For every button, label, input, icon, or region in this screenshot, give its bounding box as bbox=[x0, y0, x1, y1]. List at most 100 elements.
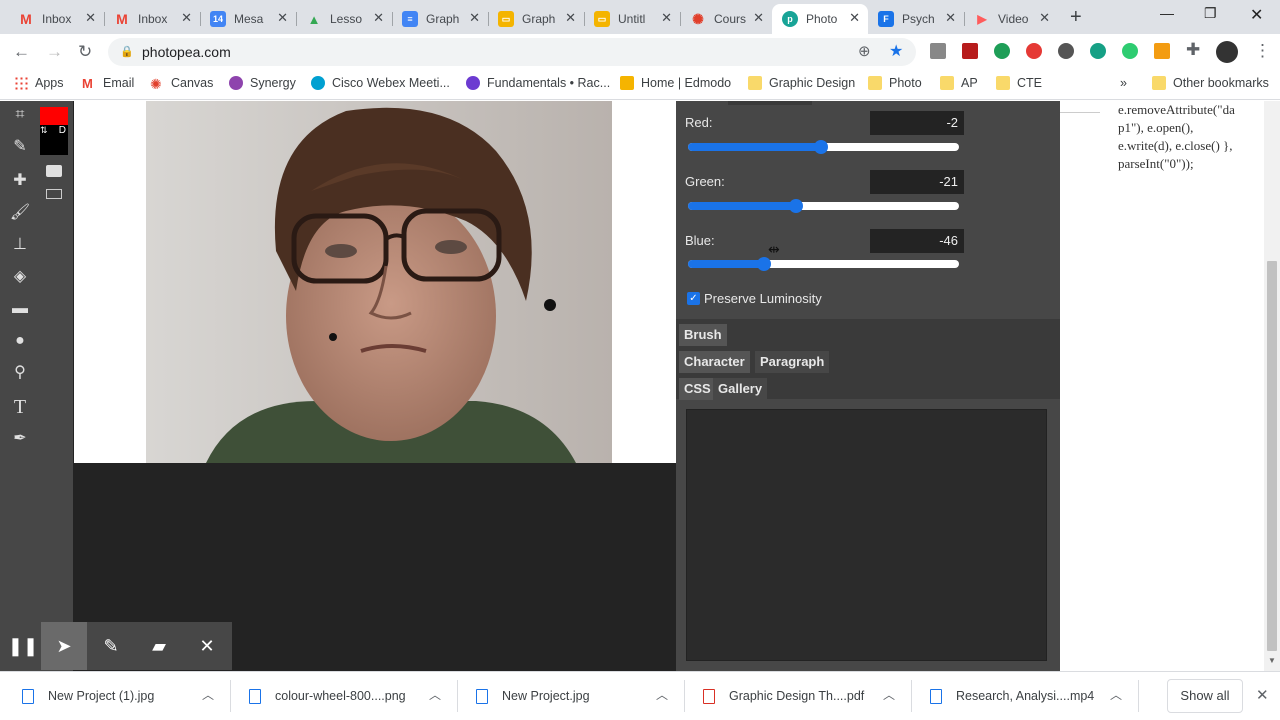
bookmark-webex[interactable]: Cisco Webex Meeti... bbox=[311, 76, 450, 90]
bookmark-fundamentals[interactable]: Fundamentals • Rac... bbox=[466, 76, 610, 90]
red-value-input[interactable]: -2 bbox=[870, 111, 964, 135]
close-icon[interactable]: ✕ bbox=[849, 10, 860, 26]
tab-9[interactable]: F Psych ✕ bbox=[868, 4, 965, 34]
scrollbar-thumb[interactable] bbox=[1267, 261, 1277, 651]
blue-slider-knob[interactable] bbox=[756, 257, 771, 271]
tab-character[interactable]: Character bbox=[679, 351, 750, 373]
blue-slider[interactable] bbox=[688, 257, 959, 271]
default-colors-button[interactable]: D bbox=[59, 125, 66, 136]
bookmark-folder-ap[interactable]: AP bbox=[940, 76, 978, 90]
brush-tool-icon[interactable]: 🖌 bbox=[8, 201, 32, 225]
minimize-icon[interactable]: — bbox=[1160, 5, 1174, 21]
scroll-down-icon[interactable]: ▼ bbox=[1268, 656, 1276, 665]
close-icon[interactable]: ✕ bbox=[181, 10, 192, 26]
eyedropper-tool-icon[interactable]: ✎ bbox=[8, 135, 32, 159]
star-icon[interactable]: ★ bbox=[889, 41, 903, 61]
restore-icon[interactable]: ❐ bbox=[1204, 5, 1217, 22]
tab-5[interactable]: ▭ Graph ✕ bbox=[488, 4, 585, 34]
bookmark-folder-photo[interactable]: Photo bbox=[868, 76, 922, 90]
tab-gallery[interactable]: Gallery bbox=[713, 378, 768, 400]
back-icon[interactable]: ← bbox=[13, 42, 30, 62]
tab-6[interactable]: ▭ Untitl ✕ bbox=[584, 4, 681, 34]
red-slider[interactable] bbox=[688, 140, 959, 154]
quick-mask-icon[interactable] bbox=[46, 165, 62, 177]
puzzle-icon[interactable]: ✚ bbox=[1186, 40, 1200, 60]
tab-css[interactable]: CSS bbox=[679, 378, 716, 400]
bookmark-folder-other[interactable]: Other bookmarks bbox=[1152, 76, 1269, 90]
page-scrollbar[interactable]: ▼ bbox=[1264, 101, 1280, 671]
gallery-panel[interactable] bbox=[686, 409, 1047, 661]
bookmark-folder-graphic-design[interactable]: Graphic Design bbox=[748, 76, 855, 90]
close-icon[interactable]: ✕ bbox=[85, 10, 96, 26]
background-color-swatch[interactable]: ⇅ D bbox=[40, 125, 68, 155]
chevron-up-icon[interactable]: ︿ bbox=[202, 686, 214, 703]
reload-icon[interactable]: ↻ bbox=[78, 42, 92, 62]
close-icon[interactable]: ✕ bbox=[945, 10, 956, 26]
bookmark-canvas[interactable]: ✺ Canvas bbox=[150, 76, 213, 92]
tab-brush[interactable]: Brush bbox=[679, 324, 727, 346]
ext-icon[interactable] bbox=[1058, 43, 1074, 59]
ext-icon[interactable] bbox=[1026, 43, 1042, 59]
download-item[interactable]: Research, Analysi....mp4 ︿ bbox=[930, 672, 1130, 720]
green-value-input[interactable]: -21 bbox=[870, 170, 964, 194]
close-downloads-icon[interactable]: ✕ bbox=[1256, 686, 1269, 704]
bookmark-synergy[interactable]: Synergy bbox=[229, 76, 296, 90]
swap-colors-icon[interactable]: ⇅ bbox=[40, 125, 48, 136]
tab-8-active[interactable]: p Photo ✕ bbox=[772, 4, 868, 34]
preserve-luminosity-checkbox[interactable]: ✓ bbox=[687, 292, 700, 305]
download-item[interactable]: New Project.jpg ︿ bbox=[476, 672, 676, 720]
bookmark-folder-cte[interactable]: CTE bbox=[996, 76, 1042, 90]
window-close-icon[interactable]: ✕ bbox=[1250, 5, 1263, 25]
pause-icon[interactable]: ❚❚ bbox=[0, 622, 46, 670]
tab-0[interactable]: M Inbox ✕ bbox=[8, 4, 105, 34]
chevron-up-icon[interactable]: ︿ bbox=[883, 686, 895, 703]
tab-2[interactable]: 14 Mesa ✕ bbox=[200, 4, 297, 34]
add-icon[interactable]: ⊕ bbox=[858, 42, 871, 60]
dodge-tool-icon[interactable]: ⚲ bbox=[8, 361, 32, 385]
stamp-tool-icon[interactable]: ⊥ bbox=[8, 233, 32, 257]
close-icon[interactable]: ✕ bbox=[753, 10, 764, 26]
new-tab-button[interactable]: + bbox=[1070, 6, 1082, 29]
chevron-up-icon[interactable]: ︿ bbox=[656, 686, 668, 703]
type-tool-icon[interactable]: T bbox=[8, 395, 32, 419]
pen-tool-icon[interactable]: ✒ bbox=[8, 427, 32, 451]
close-icon[interactable]: ✕ bbox=[661, 10, 672, 26]
green-slider-knob[interactable] bbox=[789, 199, 804, 213]
ext-icon[interactable] bbox=[1090, 43, 1106, 59]
blue-value-input[interactable]: -46 bbox=[870, 229, 964, 253]
document-canvas[interactable] bbox=[74, 101, 676, 463]
eraser-tool-icon[interactable]: ◈ bbox=[8, 265, 32, 289]
close-icon[interactable]: ✕ bbox=[373, 10, 384, 26]
acrobat-icon[interactable] bbox=[962, 43, 978, 59]
canvas-area[interactable] bbox=[73, 101, 676, 671]
bookmark-apps[interactable]: Apps bbox=[14, 76, 64, 90]
tab-10[interactable]: ▶ Video ✕ bbox=[964, 4, 1058, 34]
ext-icon[interactable] bbox=[1154, 43, 1170, 59]
address-bar[interactable]: 🔒 photopea.com ⊕ ★ bbox=[108, 38, 916, 66]
tab-7[interactable]: ✺ Cours ✕ bbox=[680, 4, 772, 34]
tab-4[interactable]: ≡ Graph ✕ bbox=[392, 4, 489, 34]
tab-paragraph[interactable]: Paragraph bbox=[755, 351, 830, 373]
download-item[interactable]: New Project (1).jpg ︿ bbox=[22, 672, 222, 720]
show-all-button[interactable]: Show all bbox=[1167, 679, 1243, 713]
screen-mode-icon[interactable] bbox=[46, 189, 62, 199]
close-icon[interactable]: ✕ bbox=[184, 622, 230, 670]
gradient-tool-icon[interactable]: ▬ bbox=[8, 297, 32, 321]
close-icon[interactable]: ✕ bbox=[1039, 10, 1050, 26]
close-icon[interactable]: ✕ bbox=[565, 10, 576, 26]
crop-tool-icon[interactable]: ⌗ bbox=[8, 103, 32, 127]
close-icon[interactable]: ✕ bbox=[469, 10, 480, 26]
chevron-up-icon[interactable]: ︿ bbox=[1110, 686, 1122, 703]
pen-icon[interactable]: ✎ bbox=[88, 622, 134, 670]
bookmark-email[interactable]: M Email bbox=[82, 76, 134, 91]
healing-tool-icon[interactable]: ✚ bbox=[8, 169, 32, 193]
drive-ext-icon[interactable] bbox=[930, 43, 946, 59]
avatar[interactable] bbox=[1216, 41, 1238, 63]
foreground-color-swatch[interactable] bbox=[40, 107, 68, 125]
download-item[interactable]: colour-wheel-800....png ︿ bbox=[249, 672, 449, 720]
blur-tool-icon[interactable]: ● bbox=[8, 329, 32, 353]
forward-icon[interactable]: → bbox=[46, 42, 63, 62]
bookmarks-overflow-button[interactable]: » bbox=[1120, 76, 1127, 90]
highlighter-icon[interactable]: ▰ bbox=[136, 622, 182, 670]
chat-ext-icon[interactable] bbox=[994, 43, 1010, 59]
